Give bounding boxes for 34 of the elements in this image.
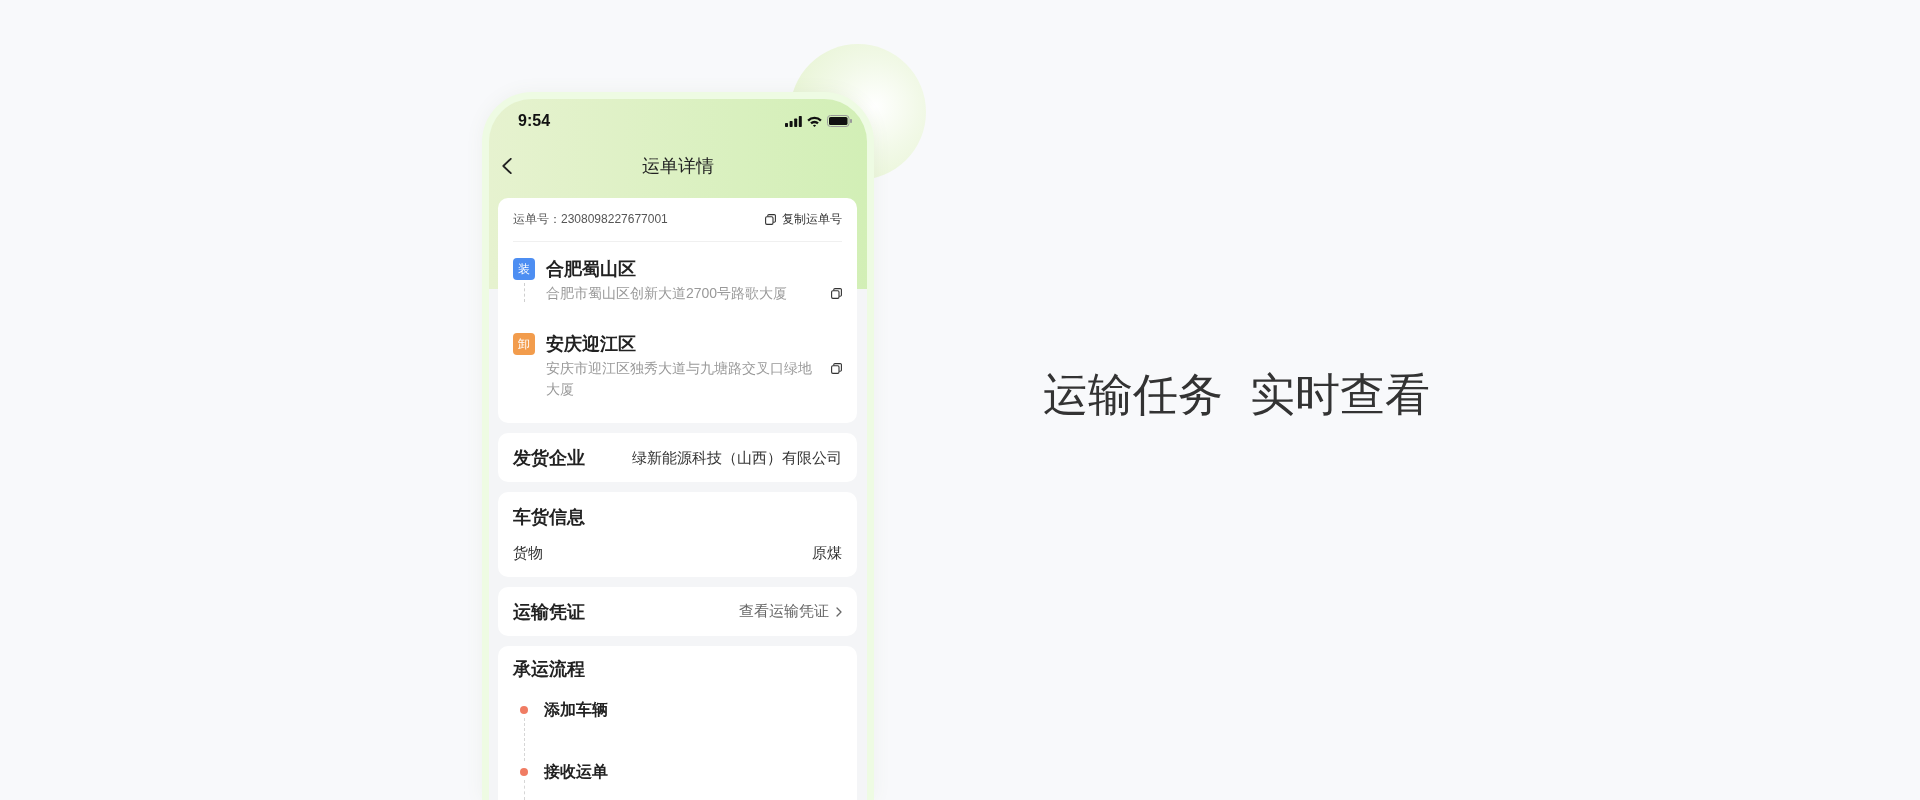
status-time: 9:54	[518, 112, 551, 130]
copy-waybill-button[interactable]: 复制运单号	[765, 211, 842, 228]
back-icon[interactable]	[502, 158, 512, 174]
route-line	[523, 283, 525, 302]
timeline-line	[523, 780, 525, 800]
step-dot-icon	[520, 768, 528, 776]
waybill-number: 运单号：2308098227677001	[513, 211, 668, 228]
signal-icon	[785, 115, 802, 127]
shipper-name: 绿新能源科技（山西）有限公司	[632, 447, 842, 468]
copy-icon	[765, 214, 776, 225]
section-title: 车货信息	[513, 506, 586, 528]
step-dot-icon	[520, 706, 528, 714]
view-voucher-link[interactable]: 查看运输凭证	[739, 602, 842, 621]
copy-icon[interactable]	[831, 288, 842, 299]
stop-place: 安庆迎江区	[546, 333, 637, 355]
stop-tag: 装	[513, 258, 535, 280]
wifi-icon	[807, 115, 822, 127]
section-title: 承运流程	[513, 658, 586, 680]
stop-address: 合肥市蜀山区创新大道2700号路歌大厦	[546, 284, 788, 303]
step-label: 添加车辆	[544, 700, 608, 720]
battery-icon	[827, 115, 852, 127]
stop-address: 安庆市迎江区独秀大道与九塘路交叉口绿地大厦	[546, 359, 813, 399]
info-label: 货物	[513, 543, 543, 563]
chevron-right-icon	[836, 606, 842, 617]
stop-place: 合肥蜀山区	[546, 258, 637, 280]
step-label: 接收运单	[544, 762, 608, 782]
headline: 运输任务 实时查看	[1043, 368, 1430, 422]
section-label: 发货企业	[513, 446, 585, 469]
info-value: 原煤	[812, 543, 842, 563]
timeline-line	[523, 718, 525, 761]
stop-tag: 卸	[513, 333, 535, 355]
page-title: 运单详情	[642, 155, 714, 178]
section-label: 运输凭证	[513, 600, 585, 623]
copy-icon[interactable]	[831, 363, 842, 374]
